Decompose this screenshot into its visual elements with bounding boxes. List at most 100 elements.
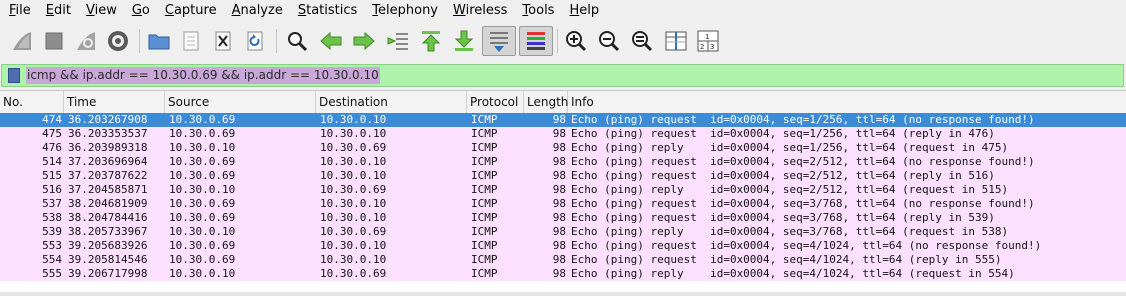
go-first-arrow-icon[interactable] [417,26,445,56]
zoom-normal-icon[interactable] [628,26,656,56]
autoscroll-icon[interactable] [482,26,516,56]
packet-time: 39.205814546 [68,253,148,266]
packet-source: 10.30.0.69 [169,211,236,224]
packet-protocol: ICMP [471,211,498,224]
column-header-protocol[interactable]: Protocol [467,91,524,113]
column-header-length[interactable]: Length [524,91,568,113]
packet-source: 10.30.0.69 [169,239,236,252]
packet-info: Echo (ping) request id=0x0004, seq=2/512… [571,155,1035,168]
menu-statistics[interactable]: Statistics [289,0,363,22]
packet-time: 37.203696964 [68,155,148,168]
packet-length: 98 [552,239,566,252]
packet-source: 10.30.0.69 [169,169,236,182]
packet-no: 516 [42,183,62,196]
menu-file[interactable]: File [0,0,37,22]
packet-destination: 10.30.0.10 [320,155,387,168]
display-filter-bar[interactable]: icmp && ip.addr == 10.30.0.69 && ip.addr… [1,64,1124,87]
menu-telephony[interactable]: Telephony [363,0,444,22]
packet-row[interactable]: 553 39.205683926 10.30.0.69 10.30.0.10 ICMP 9… [0,239,1126,253]
packet-no: 538 [42,211,62,224]
go-last-arrow-icon[interactable] [450,26,478,56]
menu-capture[interactable]: Capture [156,0,223,22]
column-header-source[interactable]: Source [165,91,316,113]
svg-text:1: 1 [705,33,709,41]
packet-no: 539 [42,225,62,238]
capture-options-gear-icon[interactable] [104,26,132,56]
packet-row[interactable]: 555 39.206717998 10.30.0.10 10.30.0.69 ICMP 9… [0,267,1126,281]
packet-protocol: ICMP [471,225,498,238]
menu-view[interactable]: View [77,0,123,22]
packet-info: Echo (ping) request id=0x0004, seq=3/768… [571,197,1035,210]
packet-info: Echo (ping) request id=0x0004, seq=1/256… [571,127,995,140]
stop-square-icon[interactable] [40,26,68,56]
column-header-time[interactable]: Time [64,91,165,113]
packet-info: Echo (ping) reply id=0x0004, seq=1/256, … [571,141,1009,154]
packet-protocol: ICMP [471,155,498,168]
packet-destination: 10.30.0.10 [320,127,387,140]
bottom-strip [0,292,1126,296]
packet-protocol: ICMP [471,267,498,280]
packet-row[interactable]: 538 38.204784416 10.30.0.69 10.30.0.10 ICMP 9… [0,211,1126,225]
zoom-in-icon[interactable] [562,26,590,56]
packet-length: 98 [552,141,566,154]
packet-row[interactable]: 476 36.203989318 10.30.0.10 10.30.0.69 ICMP 9… [0,141,1126,155]
packet-protocol: ICMP [471,197,498,210]
packet-row[interactable]: 515 37.203787622 10.30.0.69 10.30.0.10 ICMP 9… [0,169,1126,183]
find-magnifier-icon[interactable] [283,26,311,56]
packet-destination: 10.30.0.10 [320,113,387,126]
packet-length: 98 [552,183,566,196]
display-filter-input[interactable]: icmp && ip.addr == 10.30.0.69 && ip.addr… [26,67,380,84]
bookmark-icon[interactable] [8,68,20,83]
packet-no: 555 [42,267,62,280]
svg-text:2: 2 [700,43,704,51]
packet-source: 10.30.0.69 [169,253,236,266]
packet-no: 476 [42,141,62,154]
packet-time: 38.204784416 [68,211,148,224]
menu-wireless[interactable]: Wireless [444,0,513,22]
column-header-destination[interactable]: Destination [316,91,467,113]
packet-row-selected[interactable]: 474 36.203267908 10.30.0.69 10.30.0.10 ICMP 9… [0,113,1126,127]
packet-protocol: ICMP [471,127,498,140]
shark-fin-start-icon[interactable] [8,26,36,56]
packet-length: 98 [552,169,566,182]
packet-protocol: ICMP [471,183,498,196]
packet-row[interactable]: 554 39.205814546 10.30.0.69 10.30.0.10 ICMP 9… [0,253,1126,267]
menu-bar: File Edit View Go Capture Analyze Statis… [0,0,1126,22]
menu-analyze[interactable]: Analyze [223,0,289,22]
reload-icon[interactable] [241,26,269,56]
packet-time: 37.203787622 [68,169,148,182]
packet-row[interactable]: 514 37.203696964 10.30.0.69 10.30.0.10 ICMP 9… [0,155,1126,169]
packet-row[interactable]: 475 36.203353537 10.30.0.69 10.30.0.10 ICMP 9… [0,127,1126,141]
menu-help[interactable]: Help [560,0,605,22]
packet-destination: 10.30.0.10 [320,169,387,182]
file-icon[interactable] [177,26,205,56]
restart-fin-icon[interactable] [72,26,100,56]
menu-tools[interactable]: Tools [513,0,560,22]
packet-length: 98 [552,267,566,280]
column-header-no[interactable]: No. [0,91,64,113]
packet-destination: 10.30.0.69 [320,141,387,154]
colorize-icon[interactable] [519,26,553,56]
menu-go[interactable]: Go [123,0,156,22]
packet-row[interactable]: 537 38.204681909 10.30.0.69 10.30.0.10 ICMP 9… [0,197,1126,211]
packet-row[interactable]: 539 38.205733967 10.30.0.10 10.30.0.69 ICMP 9… [0,225,1126,239]
close-file-icon[interactable] [209,26,237,56]
zoom-out-icon[interactable] [595,26,623,56]
packet-row[interactable]: 516 37.204585871 10.30.0.10 10.30.0.69 ICMP 9… [0,183,1126,197]
packet-destination: 10.30.0.69 [320,183,387,196]
packet-info: Echo (ping) request id=0x0004, seq=3/768… [571,211,995,224]
go-back-arrow-icon[interactable] [317,26,345,56]
menu-edit[interactable]: Edit [37,0,77,22]
packet-source: 10.30.0.10 [169,183,236,196]
open-folder-icon[interactable] [145,26,173,56]
layout-icon[interactable]: 123 [694,26,722,56]
packet-source: 10.30.0.10 [169,141,236,154]
packet-no: 553 [42,239,62,252]
go-to-packet-icon[interactable] [384,26,412,56]
resize-columns-icon[interactable] [662,26,690,56]
toolbar-separator [139,29,140,53]
packet-info: Echo (ping) request id=0x0004, seq=4/102… [571,253,1002,266]
go-forward-arrow-icon[interactable] [350,26,378,56]
packet-no: 537 [42,197,62,210]
column-header-info[interactable]: Info [568,91,1126,113]
